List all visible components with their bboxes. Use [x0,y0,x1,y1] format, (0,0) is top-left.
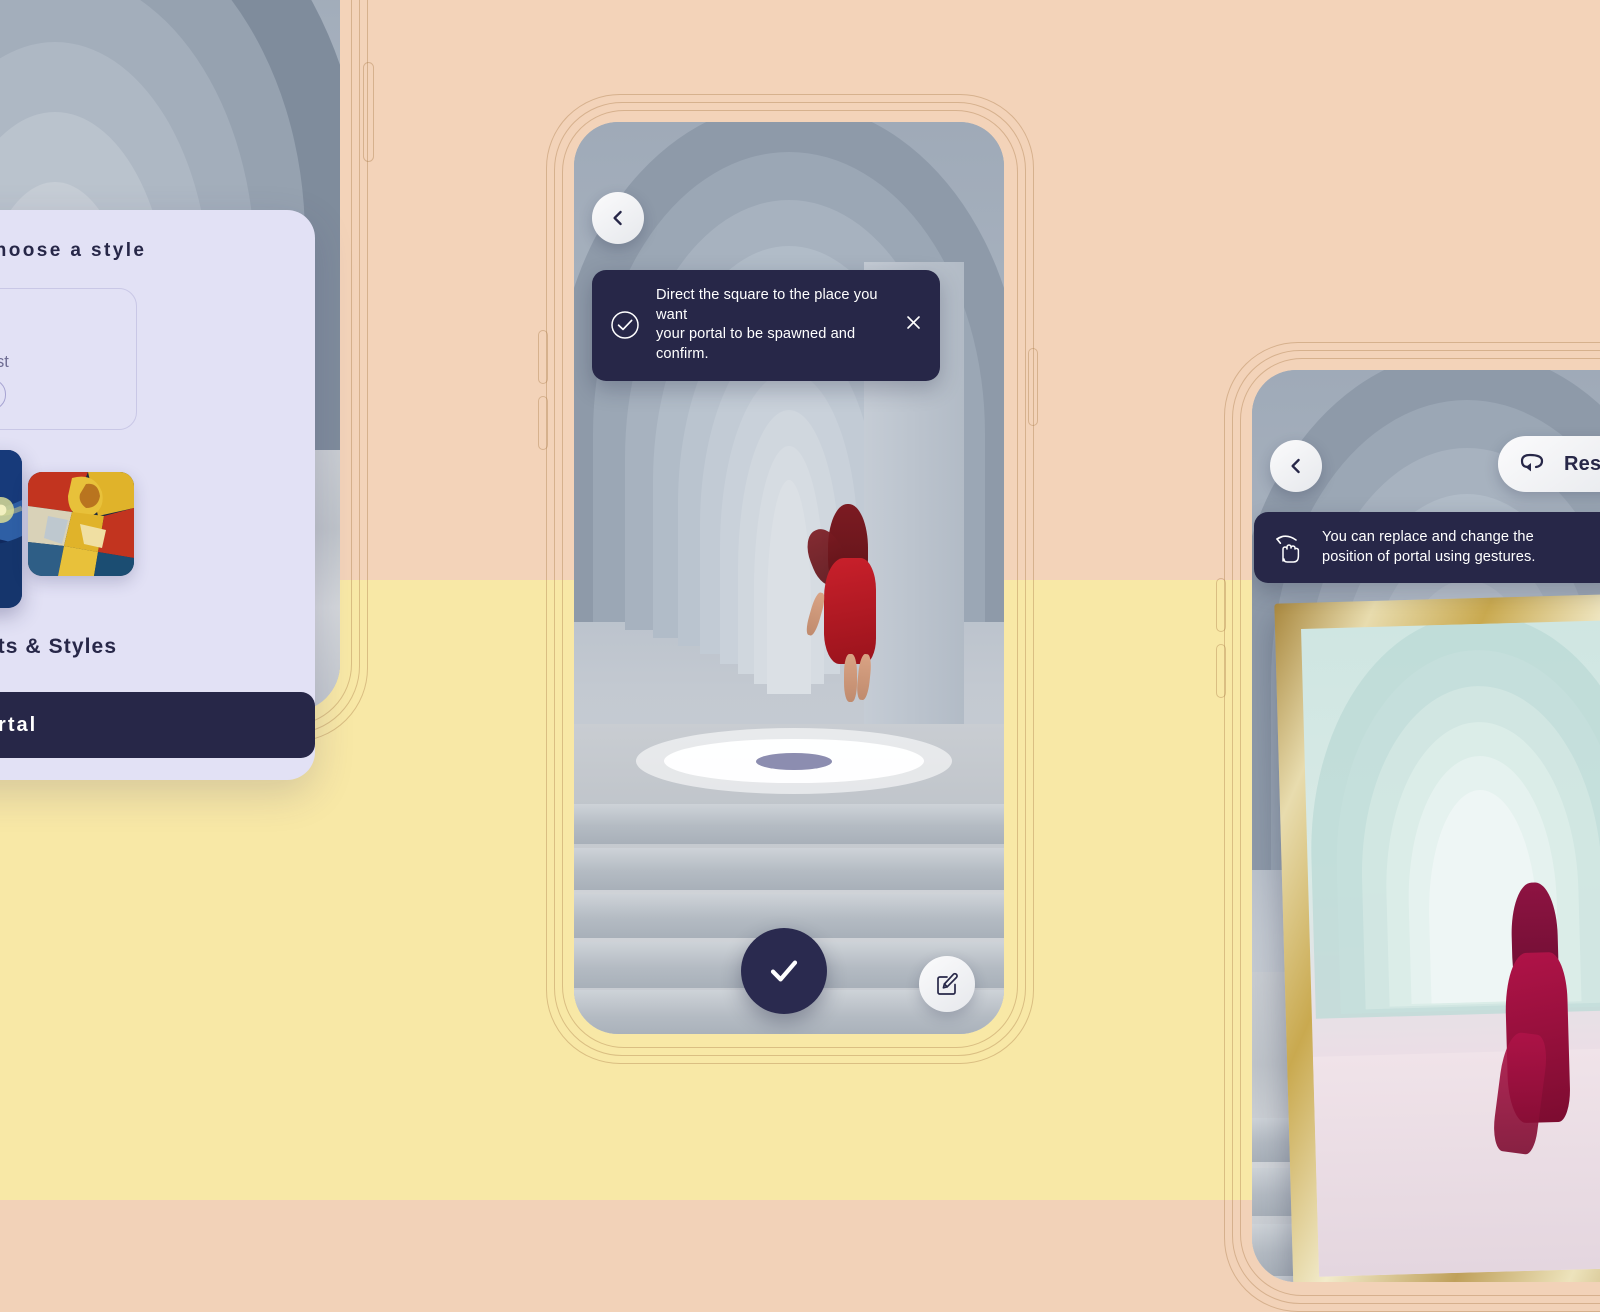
check-circle-icon [610,310,640,340]
confirm-placement-button[interactable] [741,928,827,1014]
gesture-tooltip: You can replace and change the position … [1254,512,1600,584]
placement-tooltip-text: Direct the square to the place you want … [656,287,878,363]
starry-night-thumbnail-icon [0,450,22,608]
cubist-portrait-thumbnail-icon [28,472,134,576]
back-button[interactable] [592,192,644,244]
chevron-left-icon [613,210,622,226]
list-item[interactable] [28,472,134,576]
choose-style-panel: Choose a style Van Gogh Post-impressioni… [0,210,315,780]
back-button[interactable] [1270,440,1322,492]
close-icon[interactable] [905,314,922,336]
undo-arrow-icon [1520,453,1544,472]
chevron-left-icon [1291,458,1300,474]
artist-name: Van Gogh [0,314,2,345]
edit-artwork-icon [937,972,958,995]
ar-portal-framed-artwork[interactable] [1274,592,1600,1282]
style-thumbnail-list [0,450,315,630]
reset-button-label: Rese [1564,452,1600,475]
portal-figure-in-red-dress [1484,881,1588,1184]
page-title: Choose a style [0,240,147,261]
placement-tooltip: Direct the square to the place you want … [592,270,940,381]
artist-card[interactable] [0,288,137,430]
gesture-hand-icon [1272,531,1306,565]
phone-screen-placement: Direct the square to the place you want … [574,122,1004,1034]
create-portal-button[interactable]: Create portal [0,692,315,758]
all-artists-styles-link[interactable]: re about all Artists & Styles [0,635,315,659]
portal-artwork-canvas [1301,619,1600,1277]
reset-button[interactable]: Rese [1498,436,1600,492]
phone-screen-portal: Rese You can replace and change the posi… [1252,370,1600,1282]
check-icon [770,960,798,982]
gesture-tooltip-text: You can replace and change the position … [1322,529,1536,565]
figure-in-red-dress [800,504,888,704]
corridor-scene-middle [574,122,1004,1034]
artist-movement: Post-impressionist [0,353,9,371]
list-item[interactable] [0,450,22,608]
ar-placement-target[interactable] [636,728,952,794]
edit-artwork-button[interactable] [919,956,975,1012]
